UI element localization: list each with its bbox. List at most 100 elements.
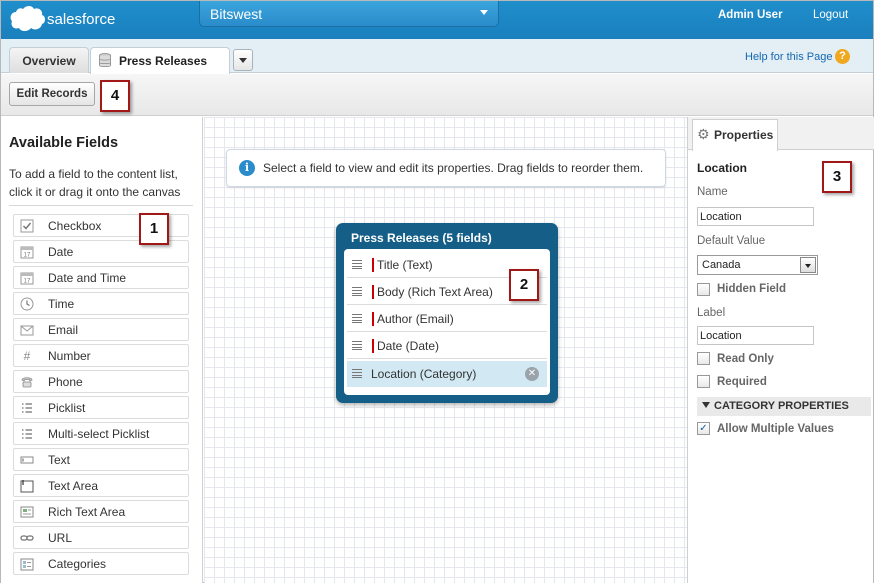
field-type-picklist[interactable]: Picklist bbox=[13, 396, 189, 419]
chevron-down-icon bbox=[480, 10, 488, 15]
field-type-list: Checkbox 17 Date 17 Date and Time Time E… bbox=[13, 214, 189, 578]
field-type-label: Date bbox=[48, 245, 74, 259]
field-type-label: Date and Time bbox=[48, 271, 127, 285]
field-type-label: Phone bbox=[48, 375, 83, 389]
link-icon bbox=[20, 535, 34, 541]
callout-2: 2 bbox=[509, 269, 539, 301]
field-type-text[interactable]: Text bbox=[13, 448, 189, 471]
field-type-categories[interactable]: Categories bbox=[13, 552, 189, 575]
svg-text:17: 17 bbox=[24, 279, 31, 285]
content-type-title: Press Releases (5 fields) bbox=[351, 231, 492, 245]
category-properties-section[interactable]: CATEGORY PROPERTIES bbox=[697, 397, 871, 416]
callout-4: 4 bbox=[100, 80, 130, 112]
name-field[interactable] bbox=[697, 207, 814, 226]
field-type-rich-text-area[interactable]: Rich Text Area bbox=[13, 500, 189, 523]
calendar-icon: 17 bbox=[20, 246, 34, 259]
content-field-label: Location (Category) bbox=[371, 367, 477, 381]
drag-handle-icon[interactable] bbox=[352, 287, 362, 296]
allow-multiple-checkbox[interactable]: ✓ bbox=[697, 422, 710, 435]
info-icon: i bbox=[239, 160, 255, 176]
content-field-label: Author (Email) bbox=[377, 312, 454, 326]
content-field-row[interactable]: Author (Email) bbox=[347, 306, 547, 332]
required-checkbox[interactable] bbox=[697, 375, 710, 388]
available-fields-panel: Available Fields To add a field to the c… bbox=[1, 117, 203, 583]
field-type-label: Text bbox=[48, 453, 71, 467]
read-only-label: Read Only bbox=[717, 353, 774, 365]
content-field-row[interactable]: Date (Date) bbox=[347, 333, 547, 359]
list-icon bbox=[22, 429, 32, 439]
calendar-icon: 17 bbox=[20, 272, 34, 285]
categories-icon bbox=[20, 558, 34, 571]
phone-icon bbox=[21, 377, 33, 388]
field-type-time[interactable]: Time bbox=[13, 292, 189, 315]
user-menu[interactable]: Admin User bbox=[718, 9, 783, 21]
drag-handle-icon[interactable] bbox=[352, 260, 362, 269]
svg-text:salesforce: salesforce bbox=[47, 11, 115, 28]
drag-handle-icon[interactable] bbox=[352, 341, 362, 350]
field-type-label: Multi-select Picklist bbox=[48, 427, 150, 441]
field-type-label: Text Area bbox=[48, 479, 99, 493]
required-marker bbox=[372, 339, 374, 353]
required-marker bbox=[372, 312, 374, 326]
drag-handle-icon[interactable] bbox=[352, 369, 362, 378]
content-field-label: Title (Text) bbox=[377, 258, 433, 272]
field-type-label: Email bbox=[48, 323, 79, 337]
label-field[interactable] bbox=[697, 326, 814, 345]
default-value-selected: Canada bbox=[702, 259, 741, 271]
name-label: Name bbox=[697, 186, 728, 198]
app-switcher[interactable]: Bitswest bbox=[199, 1, 499, 27]
field-type-label: Picklist bbox=[48, 401, 86, 415]
read-only-checkbox[interactable] bbox=[697, 352, 710, 365]
field-type-label: Time bbox=[48, 297, 75, 311]
hidden-field-checkbox[interactable] bbox=[697, 283, 710, 296]
field-type-number[interactable]: # Number bbox=[13, 344, 189, 367]
content-field-row-selected[interactable]: Location (Category) ✕ bbox=[347, 361, 547, 387]
checkbox-icon bbox=[20, 219, 34, 233]
default-value-select[interactable]: Canada bbox=[697, 255, 818, 275]
logout-link[interactable]: Logout bbox=[813, 9, 848, 21]
tab-bar: Overview Press Releases Help for this Pa… bbox=[1, 39, 873, 74]
app-name: Bitswest bbox=[210, 6, 263, 22]
field-type-label: Number bbox=[48, 349, 91, 363]
top-header: salesforce Bitswest Admin User Logout bbox=[1, 1, 873, 39]
help-link[interactable]: Help for this Page bbox=[745, 51, 832, 63]
chevron-down-icon bbox=[239, 58, 247, 63]
collapse-triangle-icon bbox=[702, 402, 710, 408]
drag-handle-icon[interactable] bbox=[352, 314, 362, 323]
available-fields-title: Available Fields bbox=[9, 135, 119, 151]
list-icon bbox=[22, 403, 32, 413]
callout-3: 3 bbox=[822, 161, 852, 193]
help-icon[interactable]: ? bbox=[835, 49, 850, 64]
allow-multiple-label: Allow Multiple Values bbox=[717, 423, 834, 435]
salesforce-logo[interactable]: salesforce bbox=[9, 4, 119, 34]
chevron-down-icon bbox=[800, 257, 816, 273]
field-type-text-area[interactable]: Text Area bbox=[13, 474, 189, 497]
text-area-icon bbox=[20, 480, 34, 493]
tab-overview[interactable]: Overview bbox=[9, 47, 89, 73]
tab-press-releases[interactable]: Press Releases bbox=[90, 47, 230, 74]
field-type-multi-select-picklist[interactable]: Multi-select Picklist bbox=[13, 422, 189, 445]
field-type-email[interactable]: Email bbox=[13, 318, 189, 341]
field-type-date-and-time[interactable]: 17 Date and Time bbox=[13, 266, 189, 289]
label-label: Label bbox=[697, 307, 726, 319]
tab-properties-label: Properties bbox=[714, 128, 774, 142]
content-field-label: Date (Date) bbox=[377, 339, 440, 353]
category-properties-title: CATEGORY PROPERTIES bbox=[714, 400, 849, 412]
toolbar: Edit Records bbox=[1, 74, 873, 116]
edit-records-button[interactable]: Edit Records bbox=[9, 82, 95, 106]
hidden-field-label: Hidden Field bbox=[717, 283, 786, 295]
remove-field-icon[interactable]: ✕ bbox=[525, 367, 539, 381]
text-field-icon bbox=[20, 456, 34, 464]
field-type-url[interactable]: URL bbox=[13, 526, 189, 549]
tab-more-button[interactable] bbox=[233, 49, 253, 71]
info-message-text: Select a field to view and edit its prop… bbox=[263, 161, 644, 175]
available-fields-help: To add a field to the content list, clic… bbox=[9, 167, 181, 199]
divider bbox=[9, 205, 193, 206]
properties-tab-bar: ⚙ Properties bbox=[688, 117, 874, 151]
content-type-card: Press Releases (5 fields) Title (Text) B… bbox=[336, 223, 558, 403]
layout-canvas[interactable]: i Select a field to view and edit its pr… bbox=[204, 117, 687, 583]
tab-properties[interactable]: ⚙ Properties bbox=[692, 119, 778, 151]
tab-press-releases-label: Press Releases bbox=[119, 54, 208, 68]
field-type-label: URL bbox=[48, 531, 73, 545]
field-type-phone[interactable]: Phone bbox=[13, 370, 189, 393]
